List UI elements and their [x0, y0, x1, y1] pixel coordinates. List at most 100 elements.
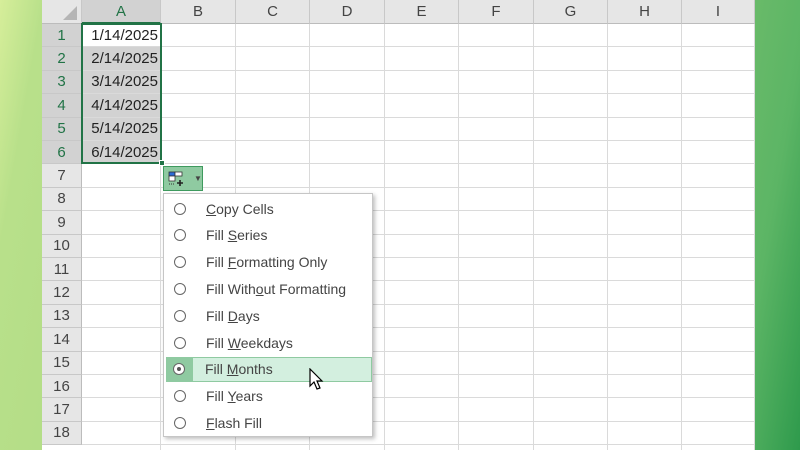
menu-item-fill-days[interactable]: Fill Days: [166, 303, 372, 328]
label-text: Fill: [206, 254, 228, 271]
gridline: [82, 69, 755, 71]
label-text: Fill: [206, 307, 228, 324]
selection-range: [81, 23, 162, 164]
gridline: [82, 46, 755, 48]
gridline: [754, 24, 755, 450]
radio-icon: [174, 256, 186, 269]
label-text: Fill: [206, 334, 228, 351]
row-header-12[interactable]: 12: [42, 281, 82, 305]
menu-item-fill-without-formatting[interactable]: Fill Without Formatting: [166, 276, 372, 301]
auto-fill-options-menu: Copy Cells Fill Series Fill Formatting Onl…: [163, 193, 373, 437]
access-key: W: [227, 334, 241, 351]
menu-item-label: Fill Without Formatting: [206, 281, 346, 297]
gridline: [82, 116, 755, 118]
access-key: C: [206, 200, 217, 217]
radio-icon: [174, 282, 186, 295]
row-header-3[interactable]: 3: [42, 70, 82, 95]
auto-fill-options-button[interactable]: ▼: [163, 166, 203, 191]
access-key: S: [227, 227, 238, 244]
label-text: onths: [238, 361, 273, 378]
mouse-cursor-icon: [309, 368, 324, 390]
row-header-5[interactable]: 5: [42, 117, 82, 141]
access-key: D: [227, 307, 238, 324]
menu-item-fill-years[interactable]: Fill Years: [166, 384, 372, 409]
gridline: [82, 93, 755, 95]
radio-icon: [174, 229, 186, 242]
row-header-1[interactable]: 1: [42, 24, 82, 48]
label-text: lash Fill: [214, 414, 263, 431]
menu-item-label: Fill Series: [206, 227, 267, 243]
label-text: Fill With: [206, 280, 256, 297]
spreadsheet-grid[interactable]: ABCDEFGHI 1 2 3 4 5 6 7 8 9 10 11 12 13 14 15 16 17 18 1/…: [42, 0, 755, 450]
menu-item-label: Fill Years: [206, 388, 263, 404]
gridline: [82, 444, 755, 446]
row-header-6[interactable]: 6: [42, 141, 82, 165]
row-header-16[interactable]: 16: [42, 375, 82, 399]
gridline: [82, 163, 755, 165]
menu-item-copy-cells[interactable]: Copy Cells: [166, 196, 372, 221]
row-header-17[interactable]: 17: [42, 398, 82, 422]
label-text: eekdays: [240, 334, 293, 351]
label-text: ormatting Only: [236, 254, 328, 271]
menu-item-fill-months[interactable]: Fill Months: [166, 356, 372, 382]
radio-box: [167, 357, 193, 381]
menu-item-label: Fill Formatting Only: [206, 254, 327, 270]
access-key: M: [226, 361, 239, 378]
gridline: [533, 24, 534, 450]
row-header-15[interactable]: 15: [42, 351, 82, 375]
select-all-corner[interactable]: [42, 0, 82, 24]
gridline: [384, 24, 385, 450]
label-text: ut Formatting: [263, 280, 347, 297]
label-text: eries: [237, 227, 268, 244]
radio-icon: [174, 390, 186, 403]
menu-item-label: Fill Weekdays: [206, 335, 293, 351]
menu-item-fill-weekdays[interactable]: Fill Weekdays: [166, 330, 372, 355]
label-text: Fill: [206, 227, 228, 244]
column-header-E[interactable]: E: [385, 0, 459, 24]
label-text: opy Cells: [216, 200, 274, 217]
column-header-H[interactable]: H: [608, 0, 682, 24]
row-header-13[interactable]: 13: [42, 304, 82, 329]
label-text: Fill: [205, 361, 227, 378]
column-header-C[interactable]: C: [236, 0, 310, 24]
row-header-18[interactable]: 18: [42, 421, 82, 446]
label-text: ears: [235, 388, 263, 405]
gridline: [607, 24, 608, 450]
column-header-B[interactable]: B: [161, 0, 236, 24]
menu-item-label: Copy Cells: [206, 201, 274, 217]
radio-icon: [174, 416, 186, 429]
radio-icon: [174, 309, 186, 322]
access-key: o: [255, 280, 264, 297]
gridline: [82, 140, 755, 141]
column-header-A[interactable]: A: [82, 0, 161, 24]
row-header-11[interactable]: 11: [42, 258, 82, 282]
menu-item-label: Fill Days: [206, 308, 260, 324]
auto-fill-icon: [168, 171, 183, 186]
row-header-9[interactable]: 9: [42, 211, 82, 235]
label-text: Fill: [206, 388, 228, 405]
select-all-triangle-icon: [63, 6, 77, 20]
menu-item-fill-series[interactable]: Fill Series: [166, 223, 372, 248]
radio-icon: [174, 336, 186, 349]
column-header-F[interactable]: F: [459, 0, 534, 24]
row-header-4[interactable]: 4: [42, 94, 82, 118]
access-key: Y: [227, 388, 236, 405]
row-header-10[interactable]: 10: [42, 234, 82, 258]
row-header-7[interactable]: 7: [42, 164, 82, 188]
label-text: ays: [237, 307, 260, 324]
column-header-G[interactable]: G: [534, 0, 608, 24]
column-header-D[interactable]: D: [310, 0, 385, 24]
menu-item-flash-fill[interactable]: Flash Fill: [166, 410, 372, 435]
column-header-I[interactable]: I: [682, 0, 755, 24]
radio-icon: [174, 202, 186, 215]
gridline: [458, 24, 459, 450]
row-header-2[interactable]: 2: [42, 47, 82, 71]
menu-item-label: Fill Months: [205, 361, 273, 377]
row-header-8[interactable]: 8: [42, 187, 82, 212]
access-key: F: [206, 414, 215, 431]
menu-item-label: Flash Fill: [206, 415, 262, 431]
chevron-down-icon: ▼: [194, 174, 202, 183]
menu-item-fill-formatting-only[interactable]: Fill Formatting Only: [166, 250, 372, 275]
row-header-14[interactable]: 14: [42, 328, 82, 352]
gridline: [681, 24, 682, 450]
